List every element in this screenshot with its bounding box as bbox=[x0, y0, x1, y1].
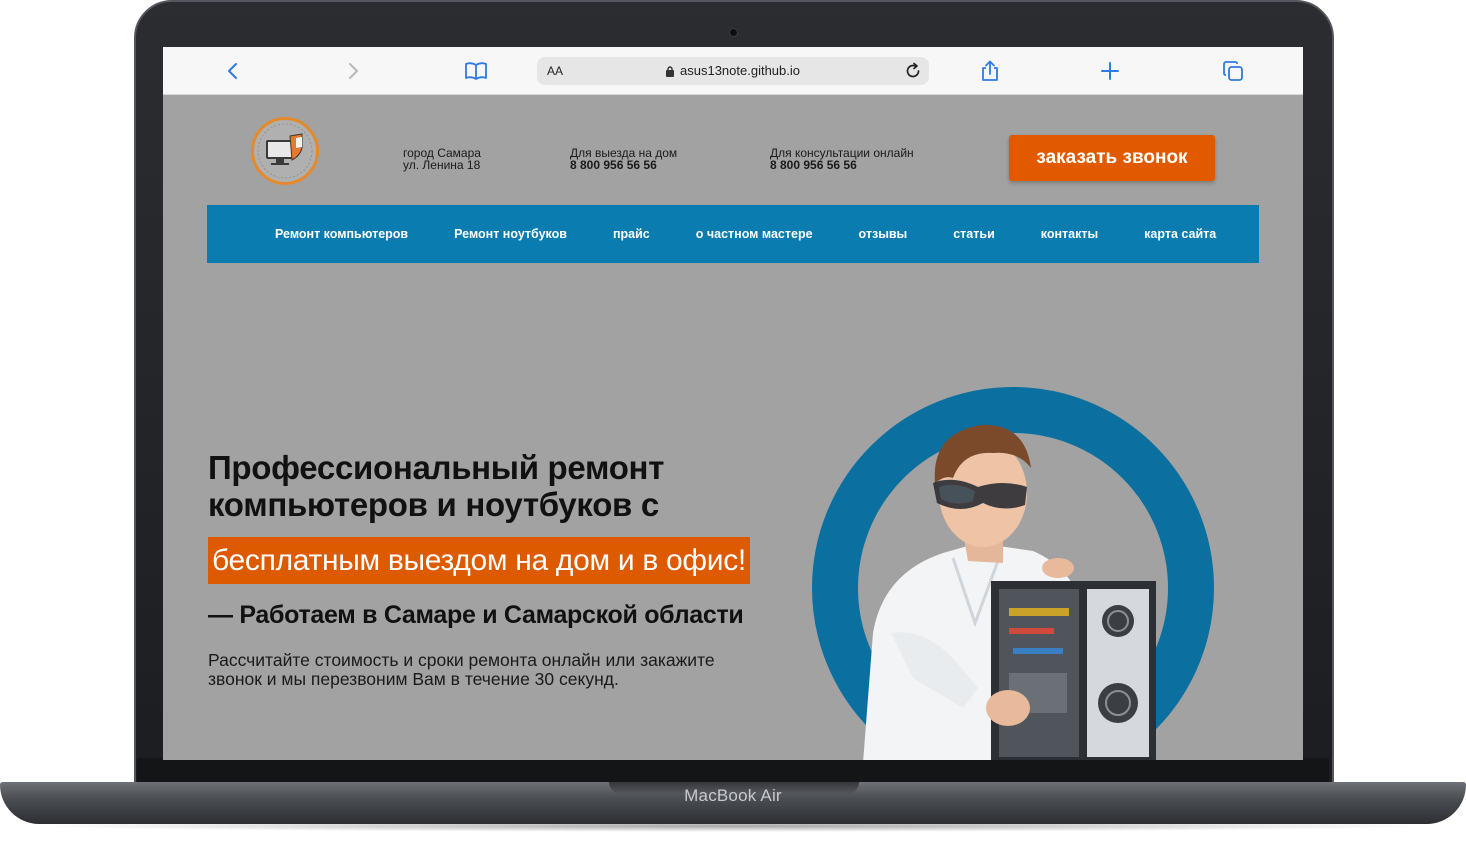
home-visit-phone[interactable]: 8 800 956 56 56 bbox=[570, 159, 677, 171]
tabs-icon bbox=[1223, 61, 1243, 81]
nav-item-contacts[interactable]: контакты bbox=[1041, 227, 1098, 241]
lock-icon bbox=[666, 65, 674, 77]
back-button[interactable] bbox=[221, 59, 245, 83]
hero-title: Профессиональный ремонт компьютеров и но… bbox=[208, 449, 788, 523]
browser-toolbar: AA asus13note.github.io bbox=[163, 47, 1303, 95]
nav-item-about[interactable]: о частном мастере bbox=[696, 227, 813, 241]
forward-button[interactable] bbox=[341, 59, 365, 83]
back-icon bbox=[228, 63, 237, 79]
technician-illustration bbox=[812, 387, 1214, 760]
hero-highlight: бесплатным выездом на дом и в офис! bbox=[208, 537, 750, 584]
laptop-model-label: MacBook Air bbox=[684, 786, 782, 805]
address-bar[interactable]: AA asus13note.github.io bbox=[537, 57, 929, 85]
hero-title-rest: компьютеров и ноутбуков с bbox=[208, 486, 659, 523]
site-logo[interactable] bbox=[251, 117, 319, 185]
share-icon bbox=[982, 60, 998, 81]
browser-screen: AA asus13note.github.io город Самара ул.… bbox=[163, 47, 1303, 760]
new-tab-icon bbox=[1101, 62, 1119, 80]
nav-item-sitemap[interactable]: карта сайта bbox=[1144, 227, 1216, 241]
share-button[interactable] bbox=[978, 59, 1002, 83]
nav-item-reviews[interactable]: отзывы bbox=[859, 227, 908, 241]
main-nav: Ремонт компьютеров Ремонт ноутбуков прай… bbox=[207, 205, 1259, 263]
address-street: ул. Ленина 18 bbox=[403, 158, 481, 172]
nav-item-price[interactable]: прайс bbox=[613, 227, 650, 241]
hero-subtitle: — Работаем в Самаре и Самарской области bbox=[208, 601, 744, 629]
computer-logo-icon bbox=[257, 123, 313, 179]
forward-icon bbox=[349, 63, 358, 79]
url-text: asus13note.github.io bbox=[680, 63, 800, 78]
online-consult-block: Для консультации онлайн 8 800 956 56 56 bbox=[770, 147, 914, 171]
home-visit-block: Для выезда на дом 8 800 956 56 56 bbox=[570, 147, 677, 171]
address-block: город Самара ул. Ленина 18 bbox=[403, 147, 481, 171]
online-consult-phone[interactable]: 8 800 956 56 56 bbox=[770, 159, 914, 171]
reader-aa-button[interactable]: AA bbox=[547, 64, 563, 78]
bookmarks-icon bbox=[465, 62, 487, 80]
reload-icon[interactable] bbox=[903, 61, 923, 81]
order-call-button[interactable]: заказать звонок bbox=[1009, 135, 1215, 181]
nav-item-computer-repair[interactable]: Ремонт компьютеров bbox=[275, 227, 408, 241]
computer-case-icon bbox=[991, 581, 1156, 760]
hero-title-bold: Профессиональный ремонт bbox=[208, 449, 665, 486]
tabs-button[interactable] bbox=[1221, 59, 1245, 83]
nav-item-laptop-repair[interactable]: Ремонт ноутбуков bbox=[454, 227, 567, 241]
new-tab-button[interactable] bbox=[1098, 59, 1122, 83]
hero-description: Рассчитайте стоимость и сроки ремонта он… bbox=[208, 650, 715, 689]
bookmarks-button[interactable] bbox=[464, 59, 488, 83]
camera-icon bbox=[729, 28, 738, 37]
nav-item-articles[interactable]: статьи bbox=[953, 227, 995, 241]
